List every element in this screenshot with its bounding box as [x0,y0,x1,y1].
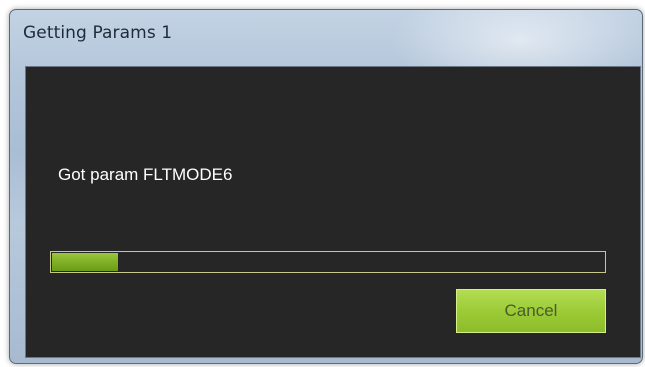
status-message: Got param FLTMODE6 [58,165,233,184]
progress-bar [50,251,606,273]
progress-dialog-window: Getting Params 1 Got param FLTMODE6 Canc… [9,9,643,364]
cancel-button[interactable]: Cancel [456,289,606,333]
dialog-content-area: Got param FLTMODE6 Cancel [25,66,641,358]
progress-bar-fill [52,253,118,271]
window-title: Getting Params 1 [23,23,173,43]
